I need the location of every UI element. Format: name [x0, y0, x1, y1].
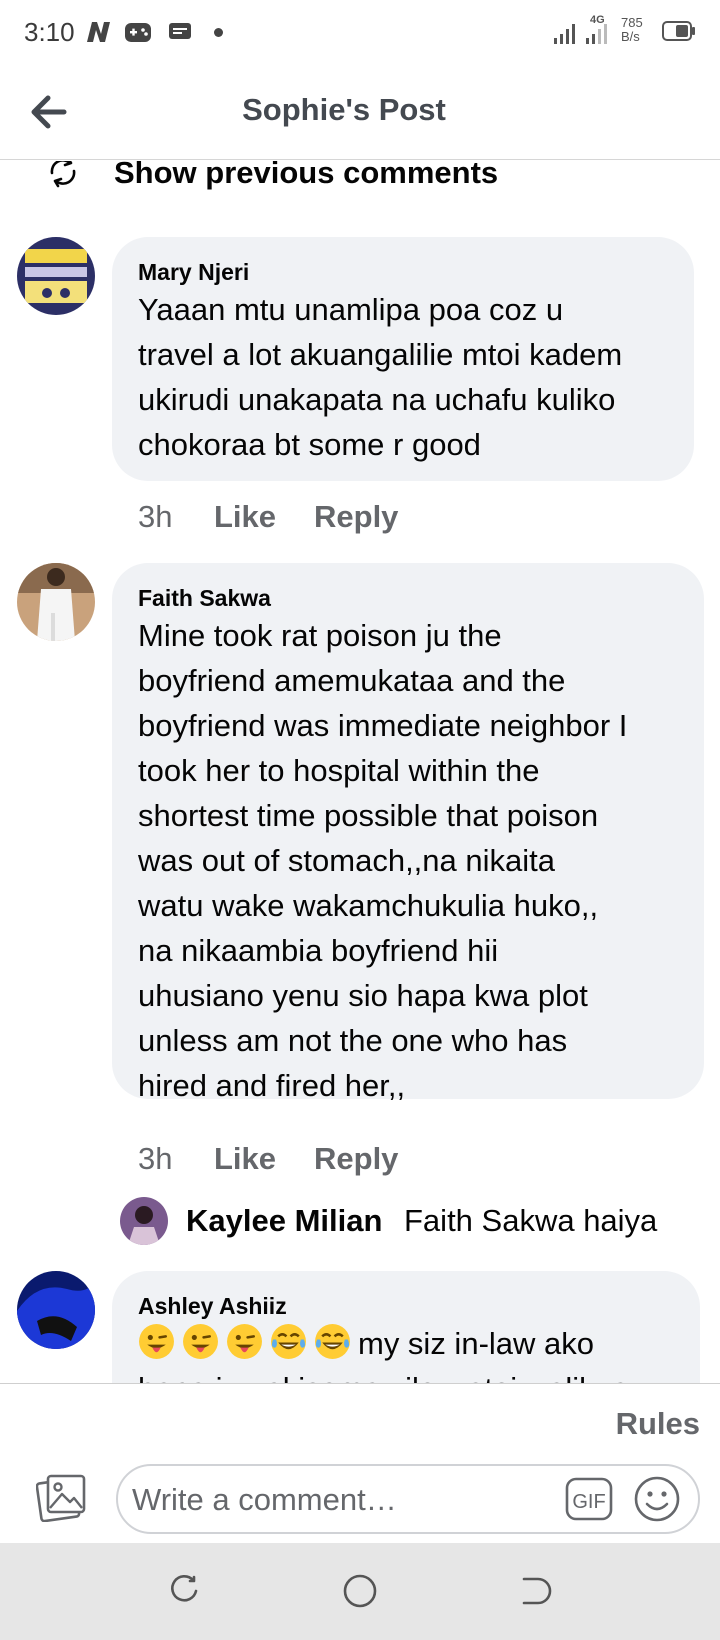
gif-icon[interactable]: GIF — [564, 1476, 614, 1522]
avatar-image — [17, 237, 95, 315]
reply-text: Faith Sakwa haiya — [404, 1203, 658, 1238]
refresh-icon — [50, 161, 76, 188]
comment-line: was out of stomach,,na nikaita — [138, 843, 556, 878]
comment-line: boyfriend was immediate neighbor I — [138, 708, 628, 743]
photo-icon[interactable] — [36, 1472, 88, 1522]
comment-input-placeholder: Write a comment… — [132, 1482, 397, 1517]
message-icon — [169, 23, 191, 39]
tongue-wink-emoji-icon — [139, 1324, 174, 1359]
show-previous-label: Show previous comments — [114, 161, 499, 190]
status-time: 3:10 — [24, 17, 75, 47]
comment-line: watu wake wakamchukulia huko,, — [138, 888, 599, 923]
reply-author[interactable]: Kaylee Milian — [186, 1203, 382, 1239]
comment-time: 3h — [138, 1141, 173, 1176]
comments-list[interactable]: Show previous comments Mary Njeri Yaaan … — [0, 161, 720, 1383]
comment-line: shortest time possible that poison — [138, 798, 599, 833]
reply-button[interactable]: Reply — [314, 499, 398, 535]
comment-line: uhusiano yenu sio hapa kwa plot — [138, 978, 588, 1013]
comment-line: na nikaambia boyfriend hii — [138, 933, 499, 968]
page-title: Sophie's Post — [242, 92, 446, 127]
comment-actions: 3h Like Reply — [138, 499, 398, 535]
comment-bubble[interactable]: Faith Sakwa Mine took rat poison ju the … — [112, 563, 704, 1103]
gif-label: GIF — [572, 1491, 605, 1513]
comment-bubble[interactable]: Ashley Ashiiz my siz in-law ako hapa juu… — [112, 1271, 700, 1383]
speed-value: 785 — [621, 15, 643, 30]
tongue-wink-emoji-icon — [183, 1324, 218, 1359]
dot-icon — [214, 28, 223, 37]
comment-line: hapa juu akisema vile watoi walikua — [138, 1366, 674, 1383]
comment-line: my siz in-law ako — [138, 1321, 674, 1366]
gamepad-icon — [125, 23, 151, 42]
comment-time: 3h — [138, 499, 173, 534]
comment-author[interactable]: Faith Sakwa — [138, 583, 678, 613]
avatar[interactable] — [17, 563, 95, 641]
tears-of-joy-emoji-icon — [271, 1324, 306, 1359]
comment-line: ukirudi unakapata na uchafu kuliko — [138, 382, 616, 417]
comment-line: Mine took rat poison ju the — [138, 618, 502, 653]
network-speed: 785 B/s — [621, 16, 643, 44]
rules-link[interactable]: Rules — [616, 1406, 700, 1442]
signal-icon — [586, 24, 607, 44]
comment-input[interactable]: Write a comment… GIF — [116, 1464, 700, 1534]
avatar-image — [17, 1271, 95, 1349]
avatar-image — [17, 563, 95, 641]
avatar[interactable] — [17, 237, 95, 315]
speed-unit: B/s — [621, 29, 640, 44]
home-icon[interactable] — [342, 1573, 378, 1609]
status-bar: 3:10 4G 785 B/s — [0, 0, 720, 64]
comment-author[interactable]: Mary Njeri — [138, 257, 668, 287]
comment-line: boyfriend amemukataa and the — [138, 663, 566, 698]
reply-button[interactable]: Reply — [314, 1141, 398, 1177]
emoji-smile-icon[interactable] — [632, 1474, 682, 1524]
comment-line: took her to hospital within the — [138, 753, 540, 788]
comment-line: hired and fired her,, — [138, 1068, 406, 1103]
system-nav-bar — [0, 1543, 720, 1640]
battery-icon — [662, 21, 695, 41]
tongue-wink-emoji-icon — [227, 1324, 262, 1359]
comment-line: travel a lot akuangalilie mtoi kadem — [138, 337, 623, 372]
show-previous-comments-button[interactable]: Show previous comments — [0, 161, 720, 193]
comment-line: unless am not the one who has — [138, 1023, 568, 1058]
tears-of-joy-emoji-icon — [315, 1324, 350, 1359]
avatar-image — [120, 1197, 168, 1245]
back-icon[interactable] — [518, 1573, 554, 1609]
comment-bubble[interactable]: Mary Njeri Yaaan mtu unamlipa poa coz u … — [112, 237, 694, 481]
signal-icon — [554, 24, 575, 44]
recent-apps-icon[interactable] — [166, 1573, 202, 1609]
comment-line: chokoraa bt some r good — [138, 427, 481, 462]
comment-text: my siz in-law ako — [358, 1326, 594, 1361]
reply-preview[interactable]: Kaylee Milian Faith Sakwa haiya — [120, 1197, 720, 1245]
like-button[interactable]: Like — [214, 499, 314, 535]
netflix-n-icon — [87, 22, 110, 42]
like-button[interactable]: Like — [214, 1141, 314, 1177]
header: Sophie's Post — [0, 64, 720, 160]
comment-actions: 3h Like Reply — [138, 1141, 398, 1177]
comment-composer: Rules Write a comment… GIF — [0, 1383, 720, 1543]
comment-author[interactable]: Ashley Ashiiz — [138, 1291, 674, 1321]
avatar[interactable] — [120, 1197, 168, 1245]
comment-line: Yaaan mtu unamlipa poa coz u — [138, 292, 564, 327]
avatar[interactable] — [17, 1271, 95, 1349]
